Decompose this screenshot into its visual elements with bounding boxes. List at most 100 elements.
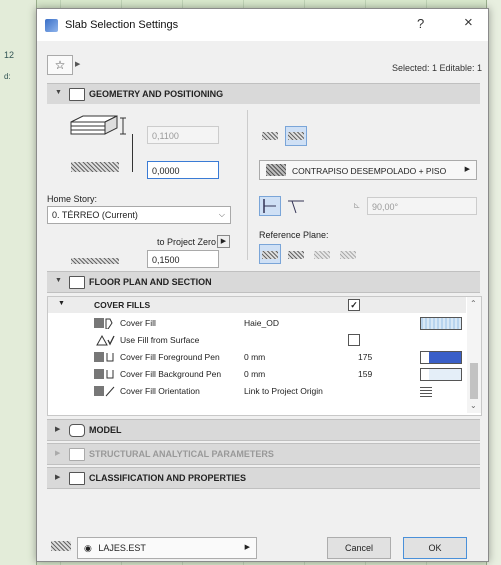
section-floor-plan[interactable]: ▼ FLOOR PLAN AND SECTION [47, 271, 480, 293]
composite-structure-icon[interactable] [285, 126, 307, 146]
section-floor-plan-label: FLOOR PLAN AND SECTION [89, 277, 212, 287]
section-structural[interactable]: ▶ STRUCTURAL ANALYTICAL PARAMETERS [47, 443, 480, 465]
title-bar: Slab Selection Settings ? × [37, 9, 488, 41]
project-zero-field[interactable]: 0,1500 [147, 250, 219, 268]
slab-offset-icon [71, 162, 119, 172]
favorites-star-icon[interactable]: ☆ [47, 55, 73, 75]
dialog-footer: ◉ LAJES.EST ▶ Cancel OK [37, 509, 488, 561]
scroll-up-icon[interactable]: ⌃ [470, 299, 477, 308]
background-pen-number[interactable]: 159 [358, 369, 372, 379]
section-geometry-label: GEOMETRY AND POSITIONING [89, 89, 224, 99]
home-story-label: Home Story: [47, 194, 98, 204]
expand-arrow-icon[interactable]: ▶ [55, 449, 60, 457]
expand-arrow-icon[interactable]: ▼ [55, 89, 62, 96]
table-row[interactable]: Use Fill from Surface [48, 332, 466, 348]
table-row[interactable]: Cover Fill Orientation Link to Project O… [48, 383, 466, 399]
section-classification[interactable]: ▶ CLASSIFICATION AND PROPERTIES [47, 467, 480, 489]
collapse-arrow-icon[interactable]: ▼ [58, 300, 65, 307]
thickness-field[interactable]: 0,1100 [147, 126, 219, 144]
home-story-select[interactable]: 0. TÉRREO (Current) ⌵ [47, 206, 231, 224]
foreground-pen-value: 0 mm [244, 352, 266, 362]
offset-dimension-line [132, 134, 133, 172]
edge-type-icon[interactable] [259, 126, 281, 146]
use-fill-from-surface-checkbox[interactable] [348, 334, 360, 346]
offset-field[interactable]: 0,0000 [147, 161, 219, 179]
expand-arrow-icon[interactable]: ▼ [55, 277, 62, 284]
section-geometry[interactable]: ▼ GEOMETRY AND POSITIONING [47, 83, 480, 105]
reference-plane-label: Reference Plane: [259, 230, 329, 240]
ok-button[interactable]: OK [403, 537, 467, 559]
geometry-icon [69, 88, 85, 101]
background-pen-name: Cover Fill Background Pen [120, 369, 222, 379]
scrollbar-thumb[interactable] [470, 363, 478, 399]
help-button[interactable]: ? [417, 16, 424, 31]
edge-angled-icon[interactable] [285, 196, 307, 216]
reference-bottom-icon[interactable] [337, 244, 359, 264]
archicad-app-icon [45, 19, 58, 32]
orientation-hatch-icon [420, 385, 432, 397]
fill-pattern-icon [94, 317, 116, 330]
cover-fill-value[interactable]: Haie_OD [244, 318, 279, 328]
table-row[interactable]: Cover Fill Foreground Pen 0 mm 175 [48, 349, 466, 365]
dialog-toolbar: ☆ ▶ Selected: 1 Editable: 1 [37, 41, 488, 83]
scroll-down-icon[interactable]: ⌄ [470, 401, 477, 410]
cover-fills-header: COVER FILLS [94, 300, 151, 310]
structural-icon [69, 448, 85, 461]
section-structural-label: STRUCTURAL ANALYTICAL PARAMETERS [89, 449, 274, 459]
model-icon [69, 424, 85, 437]
layer-select[interactable]: ◉ LAJES.EST ▶ [77, 537, 257, 559]
angle-field[interactable]: 90,00° [367, 197, 477, 215]
foreground-pen-swatch[interactable] [420, 351, 462, 364]
slab-thickness-icon [69, 114, 126, 138]
angle-icon: ⊾ [353, 200, 361, 210]
section-model[interactable]: ▶ MODEL [47, 419, 480, 441]
pen-icon [94, 368, 116, 380]
reference-core-bottom-icon[interactable] [311, 244, 333, 264]
cancel-button[interactable]: Cancel [327, 537, 391, 559]
chevron-right-icon: ▶ [244, 544, 250, 551]
expand-arrow-icon[interactable]: ▶ [55, 473, 60, 481]
orientation-name: Cover Fill Orientation [120, 386, 200, 396]
orientation-value[interactable]: Link to Project Origin [244, 386, 323, 396]
foreground-pen-number[interactable]: 175 [358, 352, 372, 362]
slab-elevation-icon [71, 258, 119, 264]
background-pen-swatch[interactable] [420, 368, 462, 381]
pen-icon [94, 351, 116, 363]
favorites-arrow-icon[interactable]: ▶ [75, 60, 80, 68]
close-button[interactable]: × [464, 14, 473, 31]
section-model-label: MODEL [89, 425, 122, 435]
reference-top-icon[interactable] [259, 244, 281, 264]
expand-arrow-icon[interactable]: ▶ [55, 425, 60, 433]
floor-plan-icon [69, 276, 85, 289]
table-scrollbar[interactable]: ⌃ ⌄ [467, 297, 481, 413]
reference-core-top-icon[interactable] [285, 244, 307, 264]
home-story-value: 0. TÉRREO (Current) [52, 210, 138, 220]
composite-material-button[interactable]: CONTRAPISO DESEMPOLADO + PISO ▶ [259, 160, 477, 180]
table-row[interactable]: Cover Fill Haie_OD [48, 315, 466, 331]
edge-vertical-icon[interactable] [259, 196, 281, 216]
background-pen-value: 0 mm [244, 369, 266, 379]
bg-label-d: d: [4, 72, 11, 81]
slab-settings-dialog: Slab Selection Settings ? × ☆ ▶ Selected… [36, 8, 489, 562]
layer-name: LAJES.EST [98, 543, 146, 553]
fill-from-surface-icon [94, 334, 116, 346]
cover-fills-checkbox[interactable]: ✓ [348, 299, 360, 311]
left-palette-strip: 12 d: [0, 0, 37, 565]
visibility-eye-icon[interactable]: ◉ [84, 543, 92, 553]
bg-label-12: 12 [4, 50, 15, 60]
section-classification-label: CLASSIFICATION AND PROPERTIES [89, 473, 247, 483]
cover-fills-table: ▼ COVER FILLS ✓ Cover Fill Haie_OD Use F… [47, 296, 482, 416]
layer-icon [51, 541, 71, 551]
chevron-down-icon: ⌵ [218, 210, 225, 219]
cover-fill-swatch[interactable] [420, 317, 462, 330]
geometry-panel: 0,1100 0,0000 Home Story: 0. TÉRREO (Cur… [47, 104, 480, 268]
table-row[interactable]: Cover Fill Background Pen 0 mm 159 [48, 366, 466, 382]
to-project-zero-label: to Project Zero [157, 237, 217, 247]
orientation-icon [94, 385, 116, 397]
cover-fills-header-row[interactable]: ▼ COVER FILLS ✓ [48, 297, 466, 313]
window-title: Slab Selection Settings [65, 19, 179, 31]
use-fill-from-surface-name: Use Fill from Surface [120, 335, 200, 345]
material-swatch [266, 164, 286, 176]
selected-count: Selected: 1 Editable: 1 [391, 63, 482, 73]
project-zero-arrow-icon[interactable]: ▶ [217, 235, 230, 248]
